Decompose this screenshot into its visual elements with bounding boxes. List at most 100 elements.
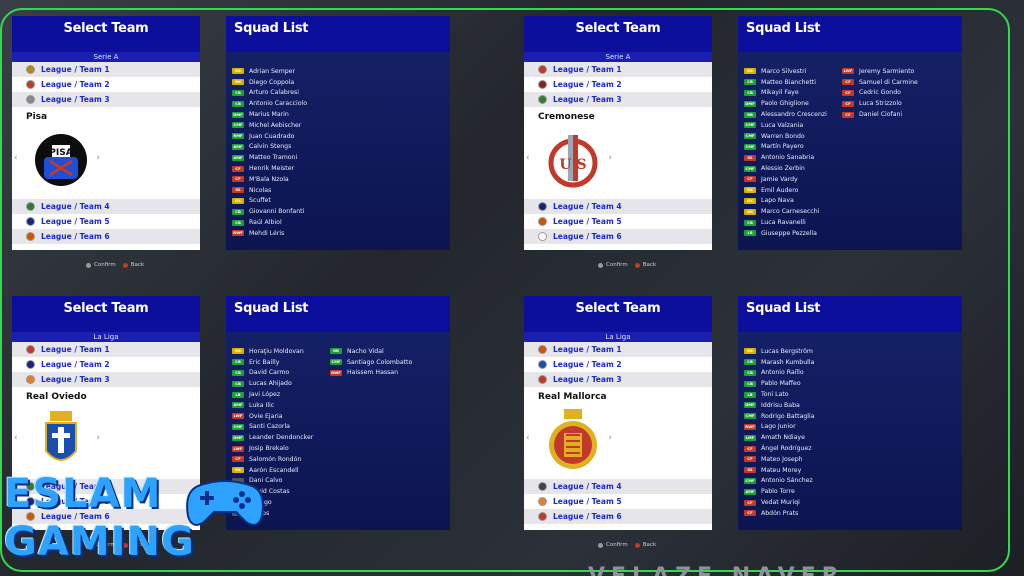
player-row[interactable]: RWF Lago Junior	[744, 422, 842, 433]
team-slot[interactable]: League / Team 6	[524, 509, 712, 524]
player-row[interactable]: DMF Iddrisu Baba	[744, 400, 842, 411]
team-slot[interactable]: League / Team 5	[524, 214, 712, 229]
player-row[interactable]: RB Nacho Vidal	[330, 346, 428, 357]
player-row[interactable]: CMF Antonio Sánchez	[744, 476, 842, 487]
team-slot[interactable]: League / Team 2	[524, 357, 712, 372]
chevron-right-icon[interactable]: ›	[608, 433, 612, 443]
player-row[interactable]: SS Nicolas	[232, 185, 330, 196]
team-slot[interactable]: League / Team 5	[12, 214, 200, 229]
team-slot[interactable]: League / Team 4	[524, 199, 712, 214]
player-row[interactable]: SS Antonio Sanabria	[744, 152, 842, 163]
player-row[interactable]: RWF Haissem Hassan	[330, 368, 428, 379]
player-row[interactable]: CF Salomón Rondón	[232, 454, 330, 465]
player-row[interactable]: CF Mateo Joseph	[744, 454, 842, 465]
player-row[interactable]: CMF Michel Aebischer	[232, 120, 330, 131]
player-row[interactable]: AMF Matteo Tramoni	[232, 152, 330, 163]
team-slot[interactable]: League / Team 4	[12, 199, 200, 214]
player-row[interactable]: LWF Josip Brekalo	[232, 443, 330, 454]
player-row[interactable]: CMF Santi Cazorla	[232, 422, 330, 433]
team-slot[interactable]: League / Team 2	[12, 357, 200, 372]
player-row[interactable]: LB Giuseppe Pezzella	[744, 228, 842, 239]
player-row[interactable]: RWF Mehdi Léris	[232, 228, 330, 239]
chevron-right-icon[interactable]: ›	[608, 153, 612, 163]
player-row[interactable]: CMF Martín Payero	[744, 142, 842, 153]
chevron-left-icon[interactable]: ‹	[526, 433, 530, 443]
player-row[interactable]: GK Marco Carnesecchi	[744, 206, 842, 217]
team-slot[interactable]: League / Team 1	[12, 62, 200, 77]
team-slot[interactable]: League / Team 2	[524, 77, 712, 92]
player-row[interactable]: CB Mikayil Faye	[744, 88, 842, 99]
player-row[interactable]: CB Matteo Bianchetti	[744, 77, 842, 88]
team-slot[interactable]: League / Team 3	[12, 92, 200, 107]
player-row[interactable]: CB Lucas Ahijado	[232, 378, 330, 389]
player-row[interactable]: CB Antonio Raíllo	[744, 368, 842, 379]
player-row[interactable]: CF Luca Strizzolo	[842, 98, 940, 109]
player-row[interactable]: CF Abdón Prats	[744, 508, 842, 519]
player-row[interactable]: CF Ángel Rodríguez	[744, 443, 842, 454]
team-slot[interactable]: League / Team 3	[524, 372, 712, 387]
confirm-label[interactable]: Confirm	[94, 262, 116, 268]
confirm-label[interactable]: Confirm	[606, 262, 628, 268]
player-row[interactable]: GK Diego Coppola	[232, 77, 330, 88]
player-row[interactable]: DMF Paolo Ghiglione	[744, 98, 842, 109]
player-row[interactable]: RB Alessandro Crescenzi	[744, 109, 842, 120]
player-row[interactable]: DMF Marius Marin	[232, 109, 330, 120]
player-row[interactable]: CMF Rodrigo Battaglia	[744, 411, 842, 422]
player-row[interactable]: LWF Jeremy Sarmiento	[842, 66, 940, 77]
team-slot[interactable]: League / Team 5	[524, 494, 712, 509]
player-row[interactable]: LB Javi López	[232, 389, 330, 400]
player-row[interactable]: LB Toni Lato	[744, 389, 842, 400]
player-row[interactable]: CF Jamie Vardy	[744, 174, 842, 185]
player-row[interactable]: CMF Warren Bondo	[744, 131, 842, 142]
player-row[interactable]: CB Eric Bailly	[232, 357, 330, 368]
player-row[interactable]: GK Lapo Nava	[744, 196, 842, 207]
player-row[interactable]: SS Mateu Morey	[744, 465, 842, 476]
chevron-right-icon[interactable]: ›	[96, 433, 100, 443]
player-row[interactable]: GK Emil Audero	[744, 185, 842, 196]
player-row[interactable]: RMF Juan Cuadrado	[232, 131, 330, 142]
player-row[interactable]: GK Marco Silvestri	[744, 66, 842, 77]
back-label[interactable]: Back	[643, 262, 656, 268]
player-row[interactable]: CF Cedric Gondo	[842, 88, 940, 99]
team-slot[interactable]: League / Team 3	[12, 372, 200, 387]
chevron-left-icon[interactable]: ‹	[526, 153, 530, 163]
player-row[interactable]: GK Adrian Semper	[232, 66, 330, 77]
player-row[interactable]: CMF Alessio Zerbin	[744, 163, 842, 174]
player-row[interactable]: CB Marash Kumbulla	[744, 357, 842, 368]
player-row[interactable]: AMF Pablo Torre	[744, 486, 842, 497]
player-row[interactable]: CB Luca Ravanelli	[744, 217, 842, 228]
team-slot[interactable]: League / Team 1	[524, 342, 712, 357]
player-row[interactable]: CF Daniel Ciofani	[842, 109, 940, 120]
player-row[interactable]: CB Arturo Calabresi	[232, 88, 330, 99]
back-label[interactable]: Back	[643, 542, 656, 548]
player-row[interactable]: AMF Calvin Stengs	[232, 142, 330, 153]
confirm-label[interactable]: Confirm	[606, 542, 628, 548]
player-row[interactable]: AMF Luka Ilic	[232, 400, 330, 411]
player-row[interactable]: CB Giovanni Bonfanti	[232, 206, 330, 217]
team-slot[interactable]: League / Team 6	[524, 229, 712, 244]
player-row[interactable]: CMF Santiago Colombatto	[330, 357, 428, 368]
player-row[interactable]: CB Antonio Caracciolo	[232, 98, 330, 109]
team-slot[interactable]: League / Team 3	[524, 92, 712, 107]
player-row[interactable]: GK Horaţiu Moldovan	[232, 346, 330, 357]
player-row[interactable]: LMF Amath Ndiaye	[744, 432, 842, 443]
back-label[interactable]: Back	[131, 262, 144, 268]
player-row[interactable]: CB David Carmo	[232, 368, 330, 379]
player-row[interactable]: DMF Leander Dendoncker	[232, 432, 330, 443]
team-slot[interactable]: League / Team 2	[12, 77, 200, 92]
team-slot[interactable]: League / Team 4	[524, 479, 712, 494]
player-row[interactable]: CF Samuel di Carmine	[842, 77, 940, 88]
team-slot[interactable]: League / Team 1	[12, 342, 200, 357]
chevron-left-icon[interactable]: ‹	[14, 433, 18, 443]
player-row[interactable]: CMF Luca Valzania	[744, 120, 842, 131]
player-row[interactable]: GK Scuffet	[232, 196, 330, 207]
player-row[interactable]: CF Henrik Meister	[232, 163, 330, 174]
team-slot[interactable]: League / Team 1	[524, 62, 712, 77]
team-slot[interactable]: League / Team 6	[12, 229, 200, 244]
player-row[interactable]: GK Lucas Bergström	[744, 346, 842, 357]
chevron-left-icon[interactable]: ‹	[14, 153, 18, 163]
player-row[interactable]: CB Pablo Maffeo	[744, 378, 842, 389]
player-row[interactable]: CB Raúl Albiol	[232, 217, 330, 228]
chevron-right-icon[interactable]: ›	[96, 153, 100, 163]
player-row[interactable]: CF Vedat Muriqi	[744, 497, 842, 508]
